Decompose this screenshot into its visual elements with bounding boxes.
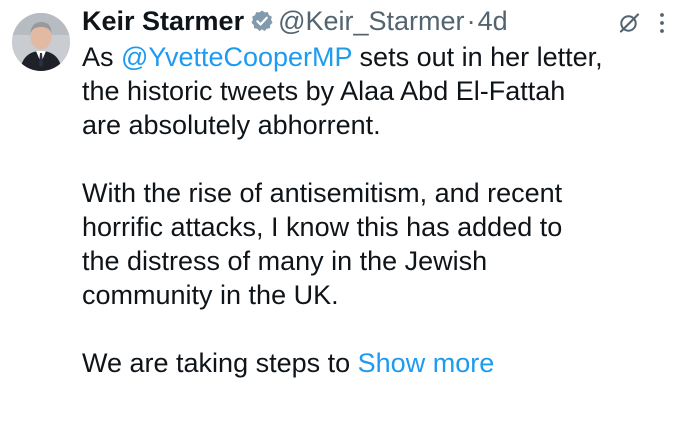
tweet-line: community in the UK. bbox=[82, 280, 339, 310]
profile-photo bbox=[12, 13, 70, 71]
more-vertical-icon[interactable] bbox=[658, 10, 666, 36]
author-name[interactable]: Keir Starmer bbox=[82, 6, 244, 37]
timestamp[interactable]: 4d bbox=[478, 6, 508, 37]
tweet: Keir Starmer @Keir_Starmer · 4d As @Yvet… bbox=[0, 0, 674, 429]
tweet-line: With the rise of antisemitism, and recen… bbox=[82, 178, 563, 208]
verified-badge-icon[interactable] bbox=[250, 9, 274, 33]
tweet-line: are absolutely abhorrent. bbox=[82, 110, 381, 140]
text-segment: As bbox=[82, 42, 122, 72]
tweet-line: the historic tweets by Alaa Abd El-Fatta… bbox=[82, 76, 566, 106]
avatar[interactable] bbox=[12, 13, 70, 71]
mention-link[interactable]: @YvetteCooperMP bbox=[121, 42, 352, 72]
text-segment: sets out in her letter, bbox=[352, 42, 603, 72]
tweet-line: the distress of many in the Jewish bbox=[82, 246, 488, 276]
tweet-line: As @YvetteCooperMP sets out in her lette… bbox=[82, 40, 662, 74]
tweet-line: horrific attacks, I know this has added … bbox=[82, 212, 563, 242]
author-handle[interactable]: @Keir_Starmer bbox=[278, 6, 464, 37]
show-more-link[interactable]: Show more bbox=[358, 348, 495, 378]
text-segment: We are taking steps to bbox=[82, 348, 358, 378]
separator-dot: · bbox=[466, 5, 476, 36]
tweet-text: As @YvetteCooperMP sets out in her lette… bbox=[82, 40, 662, 380]
tweet-line: We are taking steps to Show more bbox=[82, 346, 662, 380]
grok-icon[interactable] bbox=[617, 11, 641, 35]
tweet-header: Keir Starmer @Keir_Starmer · 4d bbox=[82, 4, 508, 38]
